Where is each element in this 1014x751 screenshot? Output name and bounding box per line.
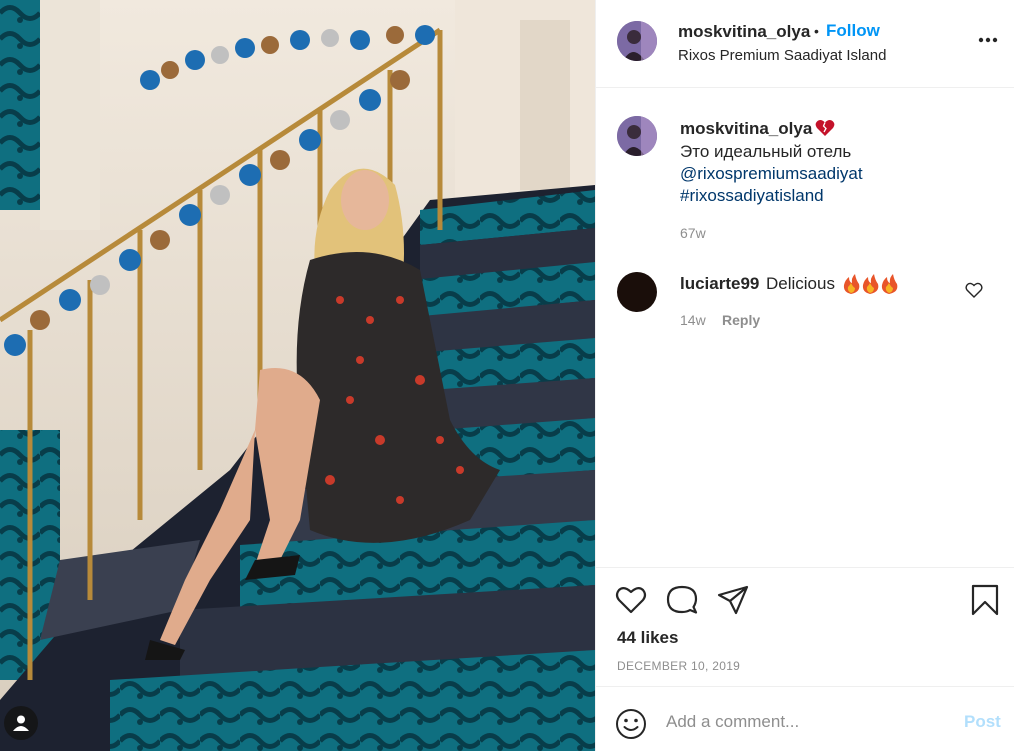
author-avatar-image xyxy=(617,21,657,61)
comment-icon[interactable] xyxy=(665,583,699,617)
caption-username[interactable]: moskvitina_olya xyxy=(680,119,812,139)
user-tag-button[interactable] xyxy=(4,706,38,740)
comment-like-icon[interactable] xyxy=(965,282,983,298)
commenter-avatar[interactable] xyxy=(617,272,657,312)
likes-count[interactable]: 44 likes xyxy=(617,628,678,648)
author-avatar[interactable] xyxy=(617,21,657,61)
more-options-icon[interactable] xyxy=(977,30,999,50)
post-image xyxy=(0,0,595,751)
caption-mention-link[interactable]: @rixospremiumsaadiyat xyxy=(680,163,863,185)
caption-text: Это идеальный отель xyxy=(680,142,852,161)
caption-avatar-image xyxy=(617,116,657,156)
post-panel: moskvitina_olya • Follow Rixos Premium S… xyxy=(595,0,1014,751)
bookmark-icon[interactable] xyxy=(968,583,1002,617)
share-icon[interactable] xyxy=(716,583,750,617)
commenter-username[interactable]: luciarte99 xyxy=(680,274,759,294)
broken-heart-emoji xyxy=(815,120,835,136)
user-tag-icon xyxy=(13,715,29,731)
author-username[interactable]: moskvitina_olya xyxy=(678,22,810,42)
comment-composer: Post xyxy=(596,686,1014,751)
action-bar: 44 likes DECEMBER 10, 2019 xyxy=(596,567,1014,685)
fire-emoji xyxy=(843,274,898,294)
heart-icon[interactable] xyxy=(614,583,648,617)
post-header: moskvitina_olya • Follow Rixos Premium S… xyxy=(596,0,1014,88)
smiley-icon[interactable] xyxy=(615,708,647,740)
caption-avatar[interactable] xyxy=(617,116,657,156)
post-comment-button[interactable]: Post xyxy=(964,712,1001,732)
reply-button[interactable]: Reply xyxy=(722,312,760,328)
separator-dot: • xyxy=(814,23,819,39)
caption-hashtag-link[interactable]: #rixossadiyatisland xyxy=(680,185,824,207)
post-photo[interactable] xyxy=(0,0,595,751)
comment-timestamp[interactable]: 14w xyxy=(680,312,706,328)
post-location[interactable]: Rixos Premium Saadiyat Island xyxy=(678,47,886,64)
caption-timestamp[interactable]: 67w xyxy=(680,225,706,241)
comment-text: Delicious xyxy=(766,274,835,293)
comment-input[interactable] xyxy=(666,709,946,735)
post-date[interactable]: DECEMBER 10, 2019 xyxy=(617,659,740,673)
follow-button[interactable]: Follow xyxy=(826,21,880,41)
comments-section[interactable]: moskvitina_olya Это идеальный отель @rix… xyxy=(596,89,1014,567)
